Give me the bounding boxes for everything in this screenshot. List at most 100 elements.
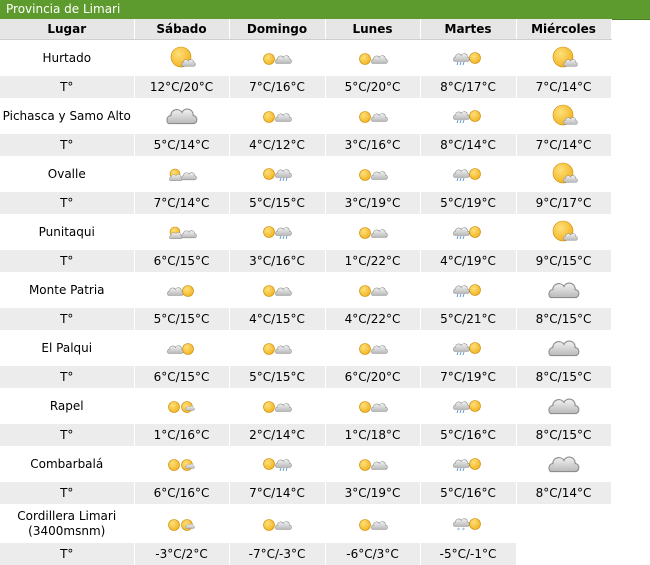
- place-row: Rapel: [0, 388, 612, 424]
- temperature-value: 7°C/14°C: [516, 76, 612, 98]
- temperature-label: T°: [0, 482, 135, 504]
- sun-rain-icon: [229, 214, 326, 250]
- sun-sun-icon: [134, 446, 230, 482]
- temperature-value: 6°C/16°C: [134, 482, 230, 504]
- temperature-value: 12°C/20°C: [134, 76, 230, 98]
- sun-rain-icon: [229, 446, 326, 482]
- province-banner: Provincia de Limari: [0, 0, 650, 20]
- cloud-rain-sun-icon: [420, 39, 517, 76]
- temperature-value: 7°C/14°C: [516, 134, 612, 156]
- header-domingo: Domingo: [229, 19, 326, 40]
- temperature-row: T° -3°C/2°C -7°C/-3°C -6°C/3°C -5°C/-1°C: [0, 543, 612, 565]
- temperature-value: 3°C/16°C: [325, 134, 421, 156]
- temperature-value: 7°C/14°C: [229, 482, 326, 504]
- temperature-value: 4°C/22°C: [325, 308, 421, 330]
- temperature-row: T° 1°C/16°C 2°C/14°C 1°C/18°C 5°C/16°C 8°C/15…: [0, 424, 612, 446]
- temperature-value: 5°C/19°C: [420, 192, 517, 214]
- header-lunes: Lunes: [325, 19, 421, 40]
- temperature-label: T°: [0, 250, 135, 272]
- header-sabado: Sábado: [134, 19, 230, 40]
- temperature-value: -6°C/3°C: [325, 543, 421, 565]
- temperature-value: 7°C/14°C: [134, 192, 230, 214]
- sun-rain-icon: [229, 156, 326, 192]
- place-row: El Palqui: [0, 330, 612, 366]
- sun-cloud-icon: [325, 504, 421, 543]
- temperature-value: 9°C/15°C: [516, 250, 612, 272]
- place-row: Combarbalá: [0, 446, 612, 482]
- temperature-value: 8°C/15°C: [516, 366, 612, 388]
- temperature-value: 4°C/19°C: [420, 250, 517, 272]
- cloud-rain-sun-icon: [420, 214, 517, 250]
- cloud-sun-icon: [134, 272, 230, 308]
- header-row: Lugar Sábado Domingo Lunes Martes Miérco…: [0, 19, 612, 40]
- temperature-value: -7°C/-3°C: [229, 543, 326, 565]
- cloud-rain-sun-icon: [420, 446, 517, 482]
- temperature-value: 2°C/14°C: [229, 424, 326, 446]
- place-name: Ovalle: [0, 156, 135, 192]
- svg-text:* *: * *: [457, 527, 465, 533]
- sun-cloud-small-icon: [134, 156, 230, 192]
- temperature-value: 1°C/22°C: [325, 250, 421, 272]
- cloud-big-icon: [516, 446, 612, 482]
- temperature-value: 8°C/17°C: [420, 76, 517, 98]
- temperature-label: T°: [0, 192, 135, 214]
- temperature-row: T° 7°C/14°C 5°C/15°C 3°C/19°C 5°C/19°C 9°C/17…: [0, 192, 612, 214]
- sun-cloud-icon: [325, 214, 421, 250]
- temperature-value: 5°C/21°C: [420, 308, 517, 330]
- province-title: Provincia de Limari: [6, 2, 121, 16]
- cloud-rain-sun-icon: [420, 156, 517, 192]
- sun-cloud-icon: [325, 388, 421, 424]
- temperature-value: [516, 543, 612, 565]
- place-name: Combarbalá: [0, 446, 135, 482]
- place-name: Pichasca y Samo Alto: [0, 98, 135, 134]
- temperature-label: T°: [0, 308, 135, 330]
- temperature-value: 9°C/17°C: [516, 192, 612, 214]
- temperature-value: 5°C/15°C: [134, 308, 230, 330]
- temperature-value: 8°C/15°C: [516, 424, 612, 446]
- place-row: Pichasca y Samo Alto: [0, 98, 612, 134]
- temperature-row: T° 6°C/16°C 7°C/14°C 3°C/19°C 5°C/16°C 8°C/14…: [0, 482, 612, 504]
- sun-cloud-icon: [325, 272, 421, 308]
- sun-cloud-icon: [325, 446, 421, 482]
- cloud-big-icon: [134, 98, 230, 134]
- temperature-value: 5°C/16°C: [420, 482, 517, 504]
- sun-big-icon: [516, 98, 612, 134]
- temperature-value: 1°C/18°C: [325, 424, 421, 446]
- place-row: Hurtado: [0, 39, 612, 76]
- header-martes: Martes: [420, 19, 517, 40]
- sun-big-icon: [134, 39, 230, 76]
- sun-cloud-icon: [325, 98, 421, 134]
- header-lugar: Lugar: [0, 19, 135, 40]
- temperature-label: T°: [0, 76, 135, 98]
- place-row: Cordillera Limari (3400msnm) * *: [0, 504, 612, 543]
- temperature-value: 5°C/15°C: [229, 192, 326, 214]
- place-name: Rapel: [0, 388, 135, 424]
- temperature-value: 3°C/19°C: [325, 192, 421, 214]
- temperature-row: T° 5°C/15°C 4°C/15°C 4°C/22°C 5°C/21°C 8°C/15…: [0, 308, 612, 330]
- temperature-label: T°: [0, 366, 135, 388]
- sun-cloud-icon: [325, 156, 421, 192]
- place-row: Ovalle: [0, 156, 612, 192]
- temperature-value: 5°C/14°C: [134, 134, 230, 156]
- header-miercoles: Miércoles: [516, 19, 612, 40]
- temperature-row: T° 6°C/15°C 3°C/16°C 1°C/22°C 4°C/19°C 9°C/15…: [0, 250, 612, 272]
- temperature-value: 7°C/19°C: [420, 366, 517, 388]
- empty-cell: [516, 504, 612, 543]
- temperature-value: 8°C/14°C: [420, 134, 517, 156]
- cloud-rain-sun-icon: [420, 98, 517, 134]
- temperature-value: 3°C/19°C: [325, 482, 421, 504]
- place-row: Punitaqui: [0, 214, 612, 250]
- cloud-big-icon: [516, 272, 612, 308]
- temperature-label: T°: [0, 134, 135, 156]
- temperature-value: -5°C/-1°C: [420, 543, 517, 565]
- sun-cloud-icon: [229, 39, 326, 76]
- sun-cloud-icon: [229, 98, 326, 134]
- sun-cloud-icon: [325, 330, 421, 366]
- temperature-value: 6°C/15°C: [134, 250, 230, 272]
- place-name: Cordillera Limari (3400msnm): [0, 504, 135, 543]
- sun-big-icon: [516, 39, 612, 76]
- temperature-value: 3°C/16°C: [229, 250, 326, 272]
- temperature-value: 4°C/12°C: [229, 134, 326, 156]
- temperature-label: T°: [0, 543, 135, 565]
- place-name: Punitaqui: [0, 214, 135, 250]
